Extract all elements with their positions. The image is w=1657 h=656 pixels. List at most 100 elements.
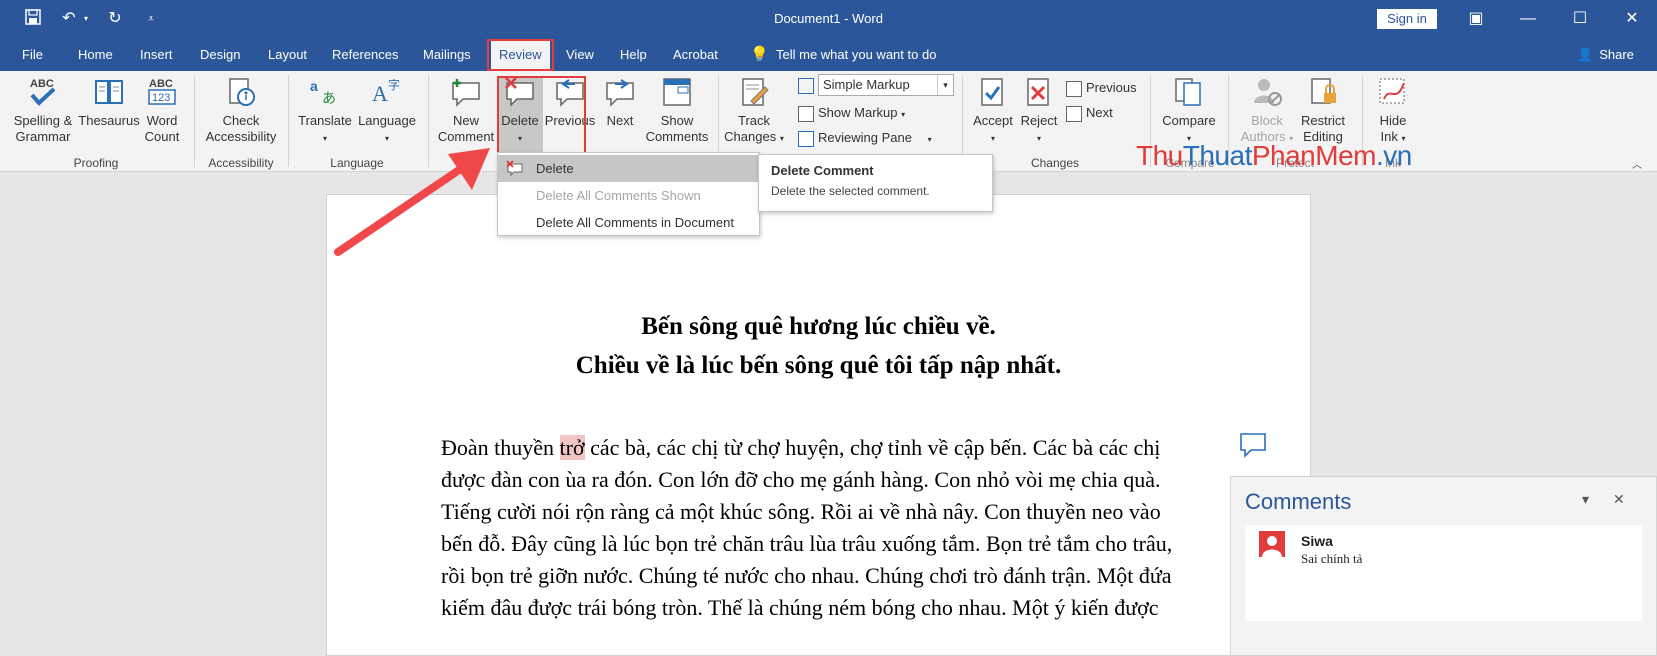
translate-button[interactable]: aあ Translate ▾ bbox=[296, 75, 354, 147]
tab-help[interactable]: Help bbox=[612, 38, 655, 71]
compare-icon bbox=[1175, 78, 1201, 106]
minimize-icon[interactable]: — bbox=[1502, 0, 1554, 38]
collapse-ribbon-icon[interactable]: ︿ bbox=[1632, 156, 1642, 171]
tab-acrobat[interactable]: Acrobat bbox=[665, 38, 726, 71]
tab-home[interactable]: Home bbox=[70, 38, 121, 71]
accept-label: Accept bbox=[973, 113, 1013, 128]
tab-insert[interactable]: Insert bbox=[132, 38, 181, 71]
spelling-label-2: Grammar bbox=[15, 129, 71, 144]
markup-icon bbox=[798, 77, 814, 94]
tell-me-box[interactable]: 💡 Tell me what you want to do bbox=[750, 38, 936, 71]
next-change-button[interactable]: Next bbox=[1066, 102, 1113, 124]
track-changes-label-2: Changes bbox=[724, 129, 777, 144]
document-paragraph[interactable]: Đoàn thuyền trở các bà, các chị từ chợ h… bbox=[441, 432, 1186, 624]
spelling-grammar-button[interactable]: ABC Spelling & Grammar bbox=[10, 75, 76, 145]
comments-pane-title: Comments bbox=[1245, 489, 1352, 514]
close-icon[interactable]: ✕ bbox=[1606, 0, 1657, 38]
svg-text:あ: あ bbox=[322, 91, 336, 107]
spelling-check-icon: ABC bbox=[30, 78, 56, 106]
paragraph-text-before: Đoàn thuyền bbox=[441, 435, 560, 460]
reject-button[interactable]: Reject ▾ bbox=[1014, 75, 1064, 147]
language-label: Language bbox=[358, 113, 416, 128]
maximize-icon[interactable]: ☐ bbox=[1554, 0, 1606, 38]
svg-text:a: a bbox=[310, 78, 318, 94]
new-comment-label-1: New bbox=[452, 113, 479, 128]
reviewing-pane-label: Reviewing Pane bbox=[818, 130, 912, 145]
show-comments-label-1: Show bbox=[660, 113, 694, 128]
word-count-icon: ABC 123 bbox=[148, 78, 176, 105]
hide-ink-button[interactable]: Hide Ink ▾ bbox=[1368, 75, 1418, 147]
spelling-label-1: Spelling & bbox=[13, 113, 73, 128]
tab-file[interactable]: File bbox=[14, 38, 51, 71]
menu-item-delete-all-in-document[interactable]: Delete All Comments in Document bbox=[498, 209, 759, 236]
tooltip-title: Delete Comment bbox=[771, 163, 874, 178]
comments-pane: Comments ▾ ✕ Siwa Sai chính tả bbox=[1230, 476, 1657, 656]
hide-ink-label-1: Hide bbox=[1379, 113, 1407, 128]
comment-bubble-icon[interactable] bbox=[1239, 432, 1267, 458]
block-authors-label-1: Block bbox=[1251, 113, 1283, 128]
block-authors-icon bbox=[1254, 79, 1282, 106]
red-arrow-annotation bbox=[334, 148, 490, 256]
markup-icon-holder bbox=[798, 74, 818, 96]
tab-mailings[interactable]: Mailings bbox=[415, 38, 479, 71]
close-pane-icon[interactable]: ✕ bbox=[1613, 491, 1625, 508]
svg-text:123: 123 bbox=[152, 92, 170, 104]
menu-item-delete[interactable]: Delete bbox=[498, 155, 759, 182]
svg-text:A: A bbox=[372, 81, 388, 106]
hide-ink-icon bbox=[1379, 78, 1405, 104]
accept-icon bbox=[981, 78, 1003, 106]
ribbon-display-options-icon[interactable]: ▣ bbox=[1450, 0, 1502, 38]
next-change-label: Next bbox=[1086, 105, 1113, 120]
tab-references[interactable]: References bbox=[324, 38, 406, 71]
thesaurus-label: Thesaurus bbox=[78, 113, 140, 128]
track-changes-dropdown-icon: ▾ bbox=[779, 134, 784, 143]
check-accessibility-button[interactable]: Check Accessibility bbox=[204, 75, 278, 145]
restrict-editing-button[interactable]: Restrict Editing bbox=[1290, 75, 1356, 145]
language-button[interactable]: A字 Language ▾ bbox=[356, 75, 418, 147]
share-label: Share bbox=[1599, 47, 1634, 62]
tab-layout[interactable]: Layout bbox=[260, 38, 315, 71]
thesaurus-button[interactable]: Thesaurus bbox=[76, 75, 142, 129]
translate-dropdown-icon: ▾ bbox=[322, 134, 327, 143]
markup-mode-select[interactable]: Simple Markup ▾ bbox=[818, 74, 954, 96]
commented-text-highlight[interactable]: trở bbox=[559, 435, 585, 460]
share-button[interactable]: 👤 Share bbox=[1577, 38, 1634, 71]
accept-button[interactable]: Accept ▾ bbox=[968, 75, 1018, 147]
compare-label: Compare bbox=[1162, 113, 1216, 128]
new-comment-icon bbox=[452, 79, 480, 107]
delete-dropdown-menu: Delete Delete All Comments Shown Delete … bbox=[497, 152, 760, 236]
review-tab-callout-box bbox=[487, 39, 554, 71]
show-markup-button[interactable]: Show Markup ▾ bbox=[798, 102, 905, 124]
next-comment-icon bbox=[606, 79, 634, 107]
new-comment-button[interactable]: New Comment bbox=[436, 75, 496, 145]
pane-options-icon[interactable]: ▾ bbox=[1582, 491, 1589, 508]
document-heading-2[interactable]: Chiều về là lúc bến sông quê tôi tấp nập… bbox=[326, 352, 1311, 380]
tab-view[interactable]: View bbox=[558, 38, 602, 71]
tell-me-text: Tell me what you want to do bbox=[776, 47, 937, 62]
track-changes-icon bbox=[742, 78, 769, 106]
reject-label: Reject bbox=[1020, 113, 1058, 128]
previous-change-button[interactable]: Previous bbox=[1066, 77, 1137, 99]
compare-button[interactable]: Compare ▾ bbox=[1156, 75, 1222, 147]
ribbon-tab-bar: File Home Insert Design Layout Reference… bbox=[0, 38, 1657, 71]
word-count-button[interactable]: ABC 123 Word Count bbox=[142, 75, 182, 145]
comment-card[interactable]: Siwa Sai chính tả bbox=[1245, 525, 1642, 621]
reviewing-pane-dropdown-icon: ▾ bbox=[927, 135, 932, 144]
proofing-group-label: Proofing bbox=[73, 156, 119, 170]
next-label: Next bbox=[606, 113, 634, 128]
show-comments-icon bbox=[663, 78, 691, 106]
delete-comment-small-icon bbox=[506, 160, 523, 176]
tab-design[interactable]: Design bbox=[192, 38, 248, 71]
show-comments-button[interactable]: Show Comments bbox=[644, 75, 710, 145]
group-separator bbox=[194, 75, 195, 167]
sign-in-button[interactable]: Sign in bbox=[1377, 9, 1437, 29]
avatar bbox=[1259, 531, 1285, 557]
comment-text[interactable]: Sai chính tả bbox=[1301, 551, 1362, 567]
translate-icon: aあ bbox=[310, 78, 336, 107]
watermark: ThuThuatPhanMem.vn bbox=[1136, 140, 1412, 172]
next-comment-button[interactable]: Next bbox=[598, 75, 642, 129]
next-change-icon bbox=[1066, 105, 1082, 122]
document-heading-1[interactable]: Bến sông quê hương lúc chiều về. bbox=[326, 313, 1311, 341]
reviewing-pane-button[interactable]: Reviewing Pane ▾ bbox=[798, 127, 932, 149]
track-changes-button[interactable]: Track Changes ▾ bbox=[724, 75, 784, 147]
